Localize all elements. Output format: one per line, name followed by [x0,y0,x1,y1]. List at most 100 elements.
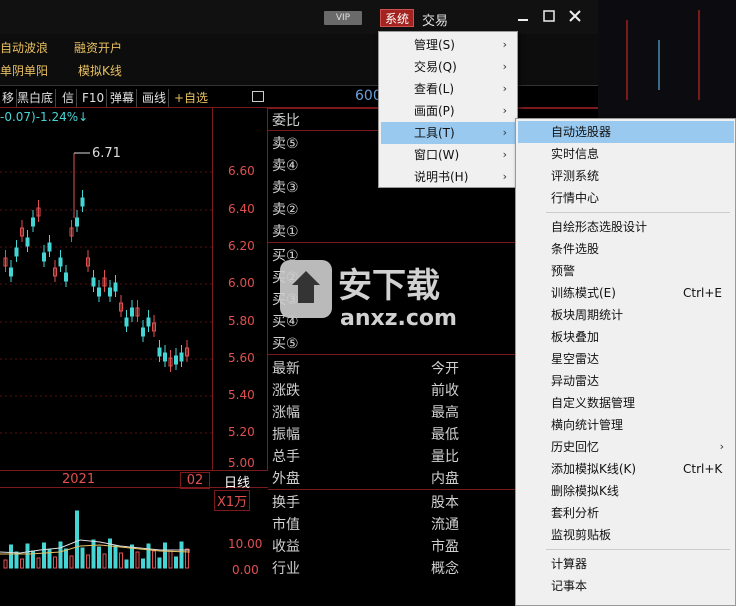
candle-body [25,237,30,247]
submenu-item-delete-sim-kline[interactable]: 删除模拟K线 [518,480,734,502]
chevron-right-icon: › [502,60,507,73]
volume-bar [146,543,151,569]
volume-bar [80,547,85,569]
candle-body [108,287,112,297]
submenu-item-history-recall[interactable]: 历史回忆 › [518,436,734,458]
submenu-item-sector-cycle-stats[interactable]: 板块周期统计 [518,304,734,326]
volume-bar [102,553,107,569]
menu-item-view[interactable]: 查看(L) › [381,78,515,100]
watermark-text: 安下载 [338,266,440,306]
volume-bar [58,541,63,569]
candle-body [47,242,52,252]
period-label[interactable]: 日线 [224,472,250,491]
stat-label: 市盈 [431,539,459,555]
submenu-item-horizontal-stats-mgmt[interactable]: 横向统计管理 [518,414,734,436]
volume-bar [163,542,167,569]
close-icon[interactable] [567,8,583,24]
submenu-item-condition-picker[interactable]: 条件选股 [518,238,734,260]
volume-bar [157,557,162,569]
submenu-item-anomaly-radar[interactable]: 异动雷达 [518,370,734,392]
candle-body [163,352,167,362]
y-tick: 5.20 [228,425,255,439]
submenu-item-add-sim-kline[interactable]: 添加模拟K线(K) Ctrl+K [518,458,734,480]
chevron-right-icon: › [502,38,507,51]
submenu-item-arbitrage-analysis[interactable]: 套利分析 [518,502,734,524]
kline-chart[interactable]: 6.71 [0,108,213,470]
stat-label: 换手 [272,495,300,511]
menu-item-trade[interactable]: 交易(Q) › [381,56,515,78]
tab-danmaku[interactable]: 弹幕 [108,89,138,107]
volume-tick: 0.00 [232,563,259,577]
volume-bar [174,556,178,569]
submenu-item-training-mode[interactable]: 训练模式(E) Ctrl+E [518,282,734,304]
submenu-item-evaluation-system[interactable]: 评测系统 [518,165,734,187]
tab-black-white-bg[interactable]: 黑白底 [15,89,57,107]
stat-label: 涨跌 [272,383,300,399]
menu-separator [546,549,730,550]
volume-bar [64,548,68,569]
candle-body [130,307,134,317]
submenu-item-star-radar[interactable]: 星空雷达 [518,348,734,370]
price-change-text: -0.07)-1.24%↓ [0,110,89,124]
tools-submenu: 自动选股器 实时信息 评测系统 行情中心 自绘形态选股设计 条件选股 预警 训练… [515,118,736,606]
layout-toggle-icon[interactable] [252,91,264,102]
volume-bar [42,542,46,569]
tab-info[interactable]: 信 [60,89,78,107]
volume-bar [3,559,8,569]
submenu-item-clipboard-monitor[interactable]: 监视剪贴板 [518,524,734,546]
candle-body [157,347,162,357]
volume-bar [86,554,90,569]
candle-body [179,352,184,362]
submenu-item-auto-stock-picker[interactable]: 自动选股器 [518,121,734,143]
y-tick: 6.00 [228,276,255,290]
trade-menu-button[interactable]: 交易 [422,10,448,29]
submenu-item-market-center[interactable]: 行情中心 [518,187,734,209]
volume-bar [152,550,156,569]
candle-body [64,272,68,282]
tab-f10[interactable]: F10 [80,89,108,107]
volume-bar [141,558,145,569]
vip-button[interactable]: VIP [324,11,362,25]
menu-item-manage[interactable]: 管理(S) › [381,34,515,56]
stat-label: 流通 [431,517,459,533]
submenu-item-realtime-info[interactable]: 实时信息 [518,143,734,165]
volume-bar [124,559,129,569]
stat-label: 市值 [272,517,300,533]
submenu-item-alert[interactable]: 预警 [518,260,734,282]
submenu-item-calculator[interactable]: 计算器 [518,553,734,575]
candle-body [75,217,79,227]
stat-label: 今开 [431,361,459,377]
sell5-label: 卖⑤ [272,136,299,152]
menu-item-window[interactable]: 窗口(W) › [381,144,515,166]
submenu-item-notepad[interactable]: 记事本 [518,575,734,597]
stat-label: 外盘 [272,471,300,487]
submenu-item-custom-data-mgmt[interactable]: 自定义数据管理 [518,392,734,414]
y-tick: 5.00 [228,456,255,470]
margin-account-button[interactable]: 融资开户 [74,39,122,56]
candle-body [113,282,118,292]
time-axis: 2021 02 日线 [0,470,268,491]
stat-label: 最低 [431,427,459,443]
menu-item-manual[interactable]: 说明书(H) › [381,166,515,188]
sell1-label: 卖① [272,224,299,240]
submenu-item-sector-overlay[interactable]: 板块叠加 [518,326,734,348]
submenu-item-custom-pattern-design[interactable]: 自绘形态选股设计 [518,216,734,238]
month-label: 02 [180,472,210,489]
tab-add-watchlist[interactable]: +自选 [172,89,210,107]
sim-kline-button[interactable]: 模拟K线 [78,62,122,79]
stat-label: 收益 [272,539,300,555]
menu-item-tools[interactable]: 工具(T) › [381,122,515,144]
system-menu-button[interactable]: 系统 [380,9,414,27]
stat-label: 最新 [272,361,300,377]
minimize-icon[interactable] [515,8,531,24]
single-yin-yang-button[interactable]: 单阴单阳 [0,62,48,79]
menu-item-screen[interactable]: 画面(P) › [381,100,515,122]
tab-draw-line[interactable]: 画线 [140,89,170,107]
volume-bar [69,555,74,569]
candle-body [31,217,35,227]
volume-chart[interactable] [0,490,213,580]
high-price-label: 6.71 [92,146,121,161]
auto-wave-button[interactable]: 自动波浪 [0,39,48,56]
volume-bar [91,539,96,569]
maximize-icon[interactable] [541,8,557,24]
